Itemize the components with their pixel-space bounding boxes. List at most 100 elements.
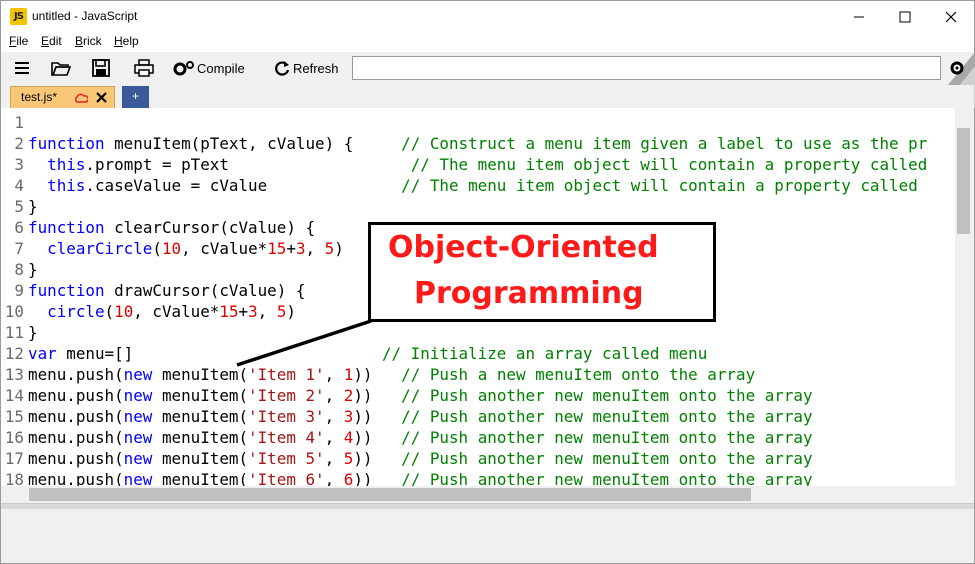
save-button[interactable] — [90, 58, 112, 78]
command-input[interactable] — [352, 56, 941, 80]
code-line: 16 menu.push(new menuItem('Item 4', 4)) /… — [1, 427, 813, 448]
code-text: menu.push(new menuItem('Item 5', 5)) // … — [28, 449, 813, 468]
app-window: JS untitled - JavaScript File Edit Brick… — [0, 0, 975, 564]
code-line: 2 function menuItem(pText, cValue) { // C… — [1, 133, 927, 154]
code-text: function drawCursor(cValue) { — [28, 281, 306, 300]
compile-button[interactable]: Compile — [173, 58, 245, 78]
code-text: } — [28, 323, 38, 342]
code-text: } — [28, 260, 38, 279]
gears-icon — [173, 61, 194, 76]
save-icon — [92, 59, 110, 77]
code-text: function menuItem(pText, cValue) { // Co… — [28, 134, 928, 153]
compile-label: Compile — [197, 60, 245, 76]
vertical-scroll-thumb[interactable] — [957, 128, 970, 234]
print-icon — [134, 59, 154, 77]
minimize-button[interactable] — [836, 1, 882, 32]
menu-edit-mnemonic: E — [41, 34, 50, 48]
line-number: 16 — [4, 428, 24, 447]
code-text: menu.push(new menuItem('Item 4', 4)) // … — [28, 428, 813, 447]
line-number: 6 — [14, 218, 24, 237]
code-text: } — [28, 197, 38, 216]
line-number: 4 — [14, 176, 24, 195]
line-number: 10 — [4, 302, 24, 321]
line-number: 14 — [4, 386, 24, 405]
cloud-icon — [75, 93, 88, 103]
close-icon — [945, 11, 957, 22]
callout-title-line1: Object-Oriented — [388, 230, 659, 265]
line-number: 12 — [4, 344, 24, 363]
open-button[interactable] — [50, 58, 72, 78]
line-number: 3 — [14, 155, 24, 174]
refresh-icon — [275, 61, 290, 76]
minimize-icon — [854, 16, 864, 17]
code-line: 7 clearCircle(10, cValue*15+3, 5) — [1, 238, 344, 259]
settings-button[interactable] — [946, 58, 968, 78]
menu-brick-mnemonic: B — [75, 34, 84, 48]
code-text: circle(10, cValue*15+3, 5) — [47, 302, 296, 321]
app-logo-icon: JS — [10, 8, 27, 25]
code-text: clearCircle(10, cValue*15+3, 5) — [47, 239, 344, 258]
code-line: 15 menu.push(new menuItem('Item 3', 3)) /… — [1, 406, 813, 427]
code-line: 18 menu.push(new menuItem('Item 6', 6)) /… — [1, 469, 813, 486]
code-text: menu.push(new menuItem('Item 2', 2)) // … — [28, 386, 813, 405]
code-text: function clearCursor(cValue) { — [28, 218, 316, 237]
tab-label: test.js* — [21, 90, 58, 104]
menu-help[interactable]: Help — [114, 34, 139, 48]
line-number: 11 — [4, 323, 24, 342]
line-number: 2 — [14, 134, 24, 153]
code-line: 5} — [1, 196, 38, 217]
code-line: 13 menu.push(new menuItem('Item 1', 1)) /… — [1, 364, 755, 385]
close-window-button[interactable] — [928, 1, 974, 32]
code-text: this.prompt = pText // The menu item obj… — [47, 155, 928, 174]
add-tab-button[interactable]: + — [122, 86, 149, 108]
horizontal-scrollbar[interactable] — [1, 486, 955, 503]
code-line: 6 function clearCursor(cValue) { — [1, 217, 315, 238]
hamburger-menu-button[interactable] — [11, 58, 33, 78]
open-folder-icon — [51, 62, 71, 76]
maximize-button[interactable] — [882, 1, 928, 32]
line-number: 18 — [4, 470, 24, 486]
menu-file[interactable]: File — [9, 34, 28, 48]
title-bar: JS untitled - JavaScript — [1, 1, 974, 32]
code-text: menu.push(new menuItem('Item 1', 1)) // … — [28, 365, 756, 384]
menu-brick[interactable]: Brick — [75, 34, 102, 48]
scrollbar-corner — [955, 486, 972, 503]
menu-help-label: elp — [122, 34, 139, 48]
tab-bar: test.js* + — [1, 85, 974, 108]
refresh-button[interactable]: Refresh — [273, 58, 339, 78]
line-number: 9 — [14, 281, 24, 300]
output-pane — [1, 509, 974, 563]
line-number: 7 — [14, 239, 24, 258]
vertical-scrollbar[interactable] — [955, 108, 972, 486]
print-button[interactable] — [133, 58, 155, 78]
maximize-icon — [899, 11, 911, 22]
code-line: 4 this.caseValue = cValue // The menu it… — [1, 175, 918, 196]
hamburger-icon — [15, 62, 29, 74]
code-line: 10 circle(10, cValue*15+3, 5) — [1, 301, 296, 322]
menu-edit-label: dit — [49, 34, 62, 48]
menu-bar: File Edit Brick Help — [1, 32, 974, 52]
menu-help-mnemonic: H — [114, 34, 123, 48]
close-tab-icon[interactable] — [96, 92, 107, 103]
menu-file-label: ile — [16, 34, 29, 48]
code-text: menu.push(new menuItem('Item 3', 3)) // … — [28, 407, 813, 426]
menu-edit[interactable]: Edit — [41, 34, 62, 48]
horizontal-scroll-thumb[interactable] — [29, 488, 751, 501]
code-line: 3 this.prompt = pText // The menu item o… — [1, 154, 927, 175]
settings-gear-icon — [950, 61, 964, 75]
refresh-label: Refresh — [293, 60, 339, 76]
line-number: 5 — [14, 197, 24, 216]
line-number: 15 — [4, 407, 24, 426]
code-line: 8} — [1, 259, 38, 280]
code-text: this.caseValue = cValue // The menu item… — [47, 176, 918, 195]
callout-title-line2: Programming — [414, 276, 644, 311]
code-text: menu.push(new menuItem('Item 6', 6)) // … — [28, 470, 813, 486]
code-line: 11} — [1, 322, 38, 343]
code-line: 17 menu.push(new menuItem('Item 5', 5)) /… — [1, 448, 813, 469]
code-line: 1 — [1, 112, 28, 133]
code-line: 12 var menu=[] // Initialize an array cal… — [1, 343, 707, 364]
line-number: 1 — [14, 113, 24, 132]
menu-brick-label: rick — [83, 34, 102, 48]
code-line: 9 function drawCursor(cValue) { — [1, 280, 305, 301]
tab-test-js[interactable]: test.js* — [10, 86, 115, 108]
